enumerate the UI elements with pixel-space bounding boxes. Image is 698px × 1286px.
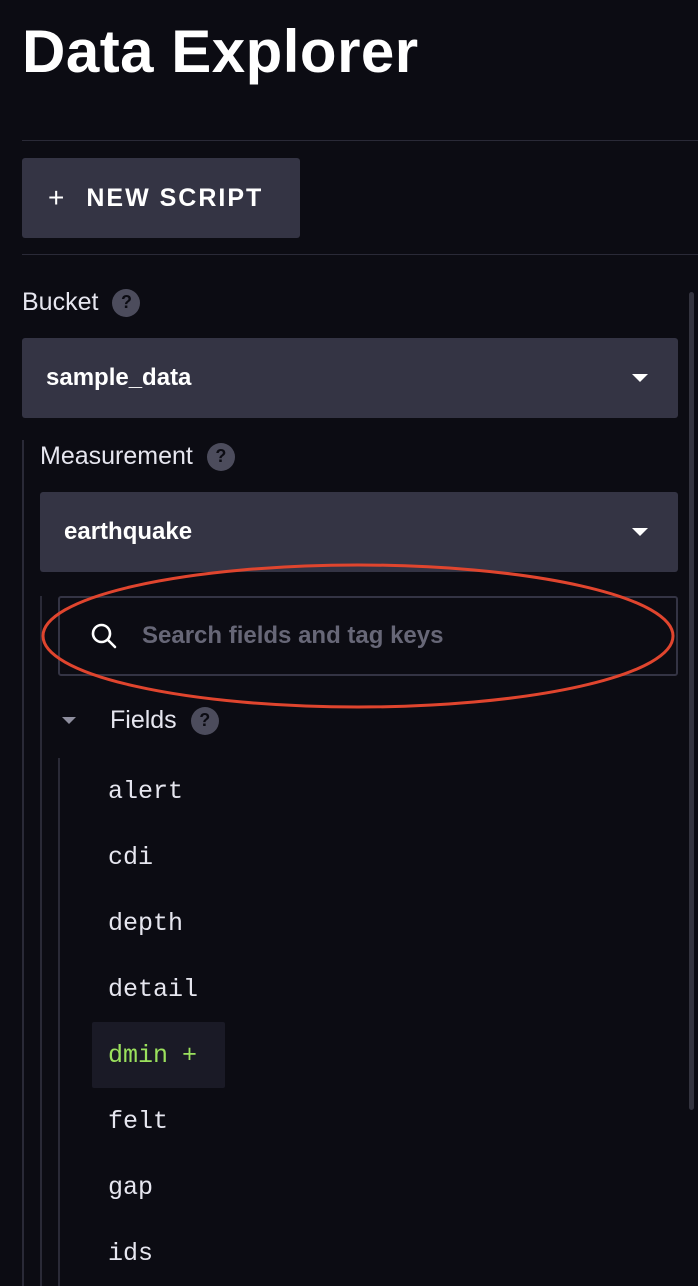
- page-title: Data Explorer: [22, 18, 419, 85]
- measurement-label-row: Measurement ?: [40, 442, 235, 471]
- bucket-dropdown[interactable]: sample_data: [22, 338, 678, 418]
- fields-tree-line: [58, 758, 60, 1286]
- field-item-detail[interactable]: detail: [92, 956, 492, 1022]
- field-item-felt[interactable]: felt: [92, 1088, 492, 1154]
- new-script-label: NEW SCRIPT: [86, 183, 264, 212]
- field-item-dmin[interactable]: dmin +: [92, 1022, 225, 1088]
- measurement-help-icon[interactable]: ?: [206, 442, 235, 471]
- chevron-down-icon: [632, 528, 648, 536]
- toolbar-divider: [22, 254, 698, 255]
- field-name: ids: [108, 1238, 154, 1268]
- fields-help-icon[interactable]: ?: [190, 706, 219, 735]
- plus-icon: +: [48, 182, 65, 213]
- measurement-tree-line: [40, 596, 42, 1286]
- field-name: alert: [108, 776, 184, 806]
- fields-label: Fields: [110, 706, 177, 734]
- field-item-ids[interactable]: ids: [92, 1220, 492, 1286]
- bucket-help-icon[interactable]: ?: [112, 288, 141, 317]
- fields-toggle[interactable]: Fields ?: [62, 706, 219, 735]
- header-divider: [22, 140, 698, 141]
- bucket-label-row: Bucket ?: [22, 288, 141, 317]
- data-explorer-page: Data Explorer + NEW SCRIPT Bucket ? samp…: [0, 0, 698, 1286]
- sidebar-scrollbar[interactable]: [689, 292, 694, 1110]
- field-item-cdi[interactable]: cdi: [92, 824, 492, 890]
- field-name: cdi: [108, 842, 154, 872]
- new-script-button[interactable]: + NEW SCRIPT: [22, 158, 300, 238]
- measurement-dropdown[interactable]: earthquake: [40, 492, 678, 572]
- field-name: dmin: [108, 1040, 169, 1070]
- search-box[interactable]: [58, 596, 678, 676]
- add-field-icon[interactable]: +: [182, 1041, 197, 1070]
- search-input[interactable]: [140, 621, 644, 651]
- field-name: depth: [108, 908, 184, 938]
- search-icon: [91, 623, 117, 649]
- field-item-alert[interactable]: alert: [92, 758, 492, 824]
- measurement-label: Measurement: [40, 442, 193, 470]
- field-list: alert cdi depth detail dmin + felt gap i…: [92, 758, 492, 1286]
- field-name: felt: [108, 1106, 169, 1136]
- field-item-depth[interactable]: depth: [92, 890, 492, 956]
- field-item-gap[interactable]: gap: [92, 1154, 492, 1220]
- field-name: gap: [108, 1172, 154, 1202]
- chevron-down-icon: [632, 374, 648, 382]
- measurement-selected-value: earthquake: [64, 518, 193, 545]
- caret-down-icon: [62, 717, 76, 724]
- field-name: detail: [108, 974, 199, 1004]
- bucket-label: Bucket: [22, 288, 99, 316]
- bucket-selected-value: sample_data: [46, 364, 192, 391]
- bucket-tree-line: [22, 440, 24, 1286]
